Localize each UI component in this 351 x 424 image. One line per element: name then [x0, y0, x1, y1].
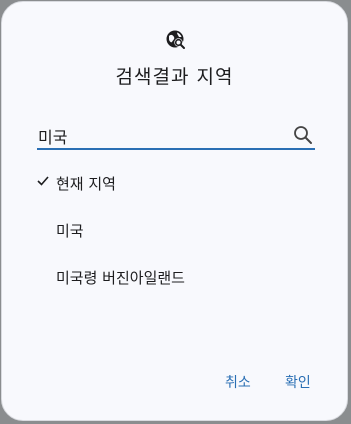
- checkmark-icon: [37, 176, 49, 186]
- dialog-title: 검색결과 지역: [115, 66, 234, 88]
- search-icon[interactable]: [293, 125, 313, 145]
- search-field: [37, 123, 315, 150]
- search-input[interactable]: [37, 123, 278, 148]
- option-usa[interactable]: 미국: [2, 210, 347, 250]
- cancel-button[interactable]: 취소: [225, 372, 251, 392]
- confirm-button[interactable]: 확인: [285, 372, 311, 392]
- option-us-virgin-islands[interactable]: 미국령 버진아일랜드: [2, 257, 347, 297]
- globe-search-icon: [166, 30, 185, 49]
- option-label: 미국: [56, 222, 84, 240]
- option-current-region[interactable]: 현재 지역: [2, 163, 347, 203]
- region-dialog: 검색결과 지역 현재 지역 미국 미국령 버진아일랜드 취소 확인: [1, 1, 348, 421]
- option-label: 현재 지역: [56, 175, 116, 193]
- option-label: 미국령 버진아일랜드: [56, 269, 185, 287]
